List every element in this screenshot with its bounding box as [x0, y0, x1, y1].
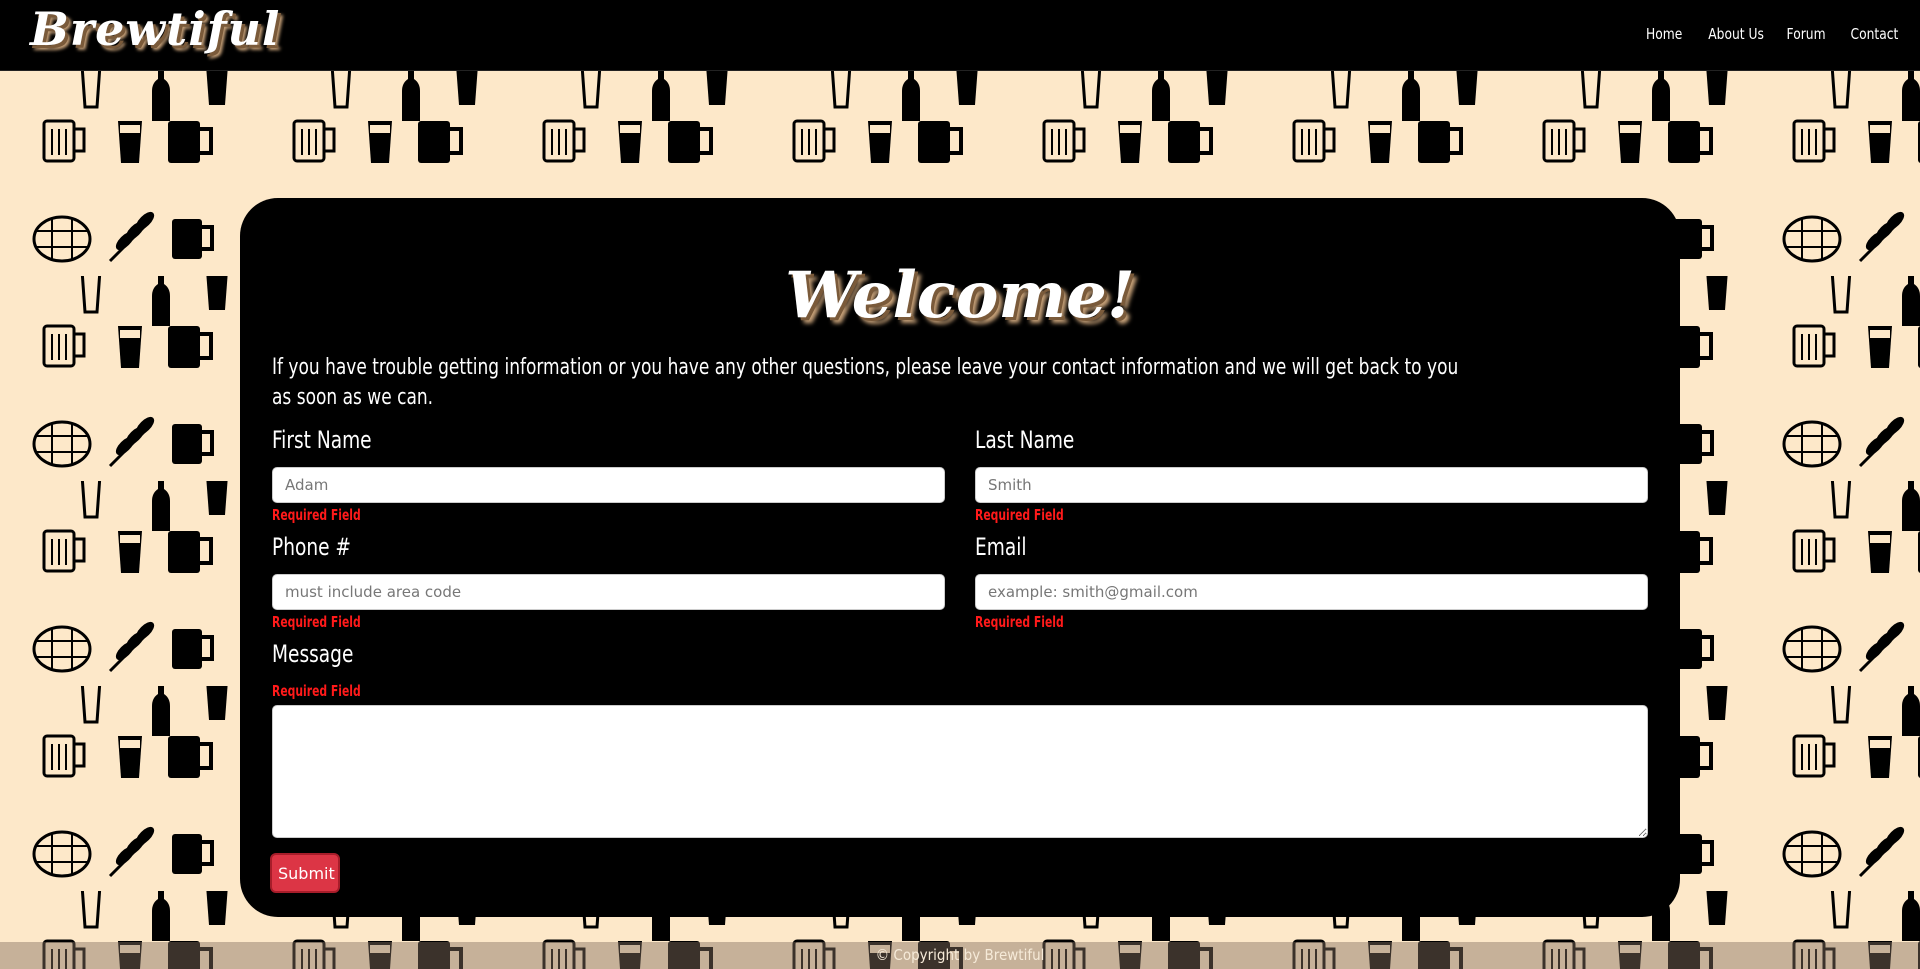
nav-link-contact[interactable]: Contact: [1850, 25, 1898, 43]
email-error: Required Field: [975, 613, 1064, 631]
page-title: Welcome!: [785, 258, 1135, 333]
phone-label: Phone #: [272, 533, 351, 561]
message-textarea[interactable]: [272, 705, 1648, 838]
last-name-label: Last Name: [975, 426, 1075, 454]
footer-copyright: © Copyright by Brewtiful: [0, 942, 1920, 969]
nav-link-home[interactable]: Home: [1646, 25, 1682, 43]
message-error: Required Field: [272, 682, 361, 700]
email-label: Email: [975, 533, 1027, 561]
phone-input[interactable]: [272, 574, 945, 610]
email-input[interactable]: [975, 574, 1648, 610]
navbar: Brewtiful Home About Us Forum Contact: [0, 0, 1920, 71]
nav-link-about[interactable]: About Us: [1708, 25, 1764, 43]
phone-error: Required Field: [272, 613, 361, 631]
first-name-input[interactable]: [272, 467, 945, 503]
last-name-error: Required Field: [975, 506, 1064, 524]
contact-form-card: Welcome! If you have trouble getting inf…: [240, 198, 1680, 917]
nav-links: Home About Us Forum Contact: [1638, 25, 1898, 43]
first-name-error: Required Field: [272, 506, 361, 524]
last-name-input[interactable]: [975, 467, 1648, 503]
brand-logo[interactable]: Brewtiful: [30, 2, 280, 56]
intro-text: If you have trouble getting information …: [272, 355, 1459, 410]
message-label: Message: [272, 640, 354, 668]
nav-link-forum[interactable]: Forum: [1787, 25, 1826, 43]
submit-button[interactable]: Submit: [270, 853, 340, 893]
first-name-label: First Name: [272, 426, 372, 454]
